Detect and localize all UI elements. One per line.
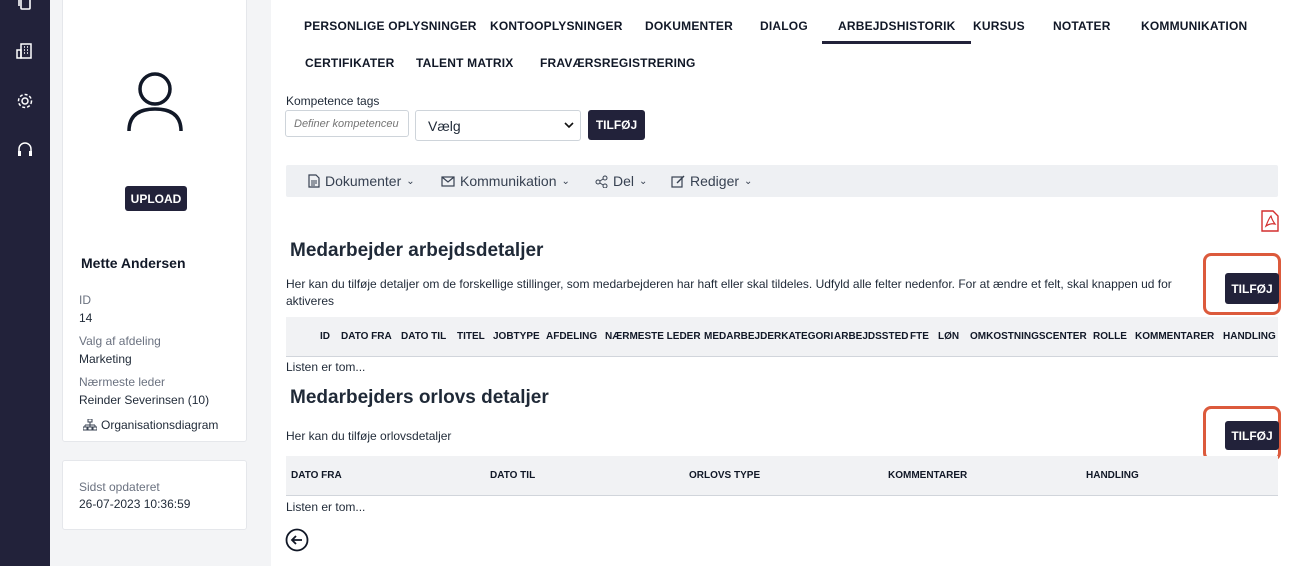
col-title: TITEL <box>457 331 485 342</box>
main-panel: PERSONLIGE OPLYSNINGER KONTOOPLYSNINGER … <box>271 0 1294 566</box>
leave-empty-message: Listen er tom... <box>286 500 366 514</box>
competence-input[interactable] <box>285 110 409 137</box>
user-avatar-icon <box>127 72 183 132</box>
pdf-icon[interactable] <box>1260 210 1280 232</box>
add-leave-button[interactable]: TILFØJ <box>1225 421 1279 450</box>
chevron-down-icon: ⌄ <box>406 175 415 187</box>
col-jobtype: JOBTYPE <box>493 331 540 342</box>
add-work-button[interactable]: TILFØJ <box>1225 273 1279 304</box>
col-workplace: ARBEJDSSTED <box>834 331 909 342</box>
envelope-icon <box>441 175 455 187</box>
tab-talent-matrix[interactable]: TALENT MATRIX <box>416 56 513 70</box>
org-chart-icon <box>83 419 97 431</box>
updated-card: Sidst opdateret 26-07-2023 10:36:59 <box>62 460 247 530</box>
share-icon <box>595 175 608 188</box>
chevron-down-icon: ⌄ <box>561 175 570 187</box>
tab-work-history[interactable]: ARBEJDSHISTORIK <box>822 19 972 44</box>
col-action: HANDLING <box>1223 331 1276 342</box>
profile-card: UPLOAD Mette Andersen ID 14 Valg af afde… <box>62 0 247 442</box>
leave-table-header: DATO FRA DATO TIL ORLOVS TYPE KOMMENTARE… <box>286 456 1278 496</box>
org-chart-link[interactable]: Organisationsdiagram <box>83 418 218 432</box>
work-details-title: Medarbejder arbejdsdetaljer <box>290 240 544 261</box>
documents-label: Dokumenter <box>325 173 402 189</box>
document-icon <box>308 174 320 188</box>
col-role: ROLLE <box>1093 331 1127 342</box>
work-details-description: Her kan du tilføje detaljer om de forske… <box>286 276 1206 310</box>
chevron-down-icon: ⌄ <box>744 175 753 187</box>
id-label: ID <box>79 293 91 307</box>
tab-course[interactable]: KURSUS <box>973 19 1025 33</box>
work-desc-line1: Her kan du tilføje detaljer om de forske… <box>286 277 1172 291</box>
col-leave-type: ORLOVS TYPE <box>689 470 761 481</box>
share-menu[interactable]: Del ⌄ <box>595 173 647 189</box>
work-desc-line2: aktiveres <box>286 294 335 308</box>
col-date-from: DATO FRA <box>341 331 392 342</box>
select-value: Vælg <box>428 118 461 134</box>
col-leave-action: HANDLING <box>1086 470 1139 481</box>
col-leave-date-to: DATO TIL <box>490 470 536 481</box>
employee-name: Mette Andersen <box>81 255 186 271</box>
communication-menu[interactable]: Kommunikation ⌄ <box>441 173 570 189</box>
col-id: ID <box>320 331 330 342</box>
department-value: Marketing <box>79 352 132 366</box>
competence-label: Kompetence tags <box>286 94 380 108</box>
col-salary: LØN <box>938 331 960 342</box>
col-employee-category: MEDARBEJDERKATEGORI <box>704 331 834 342</box>
gear-icon[interactable] <box>16 92 34 110</box>
work-table-header: ID DATO FRA DATO TIL TITEL JOBTYPE AFDEL… <box>286 317 1278 357</box>
col-manager: NÆRMESTE LEDER <box>605 331 701 342</box>
leave-details-title: Medarbejders orlovs detaljer <box>290 387 549 408</box>
back-arrow-icon[interactable] <box>285 528 309 552</box>
col-leave-date-from: DATO FRA <box>291 470 342 481</box>
add-competence-button[interactable]: TILFØJ <box>588 110 645 140</box>
updated-value: 26-07-2023 10:36:59 <box>79 497 191 511</box>
col-department: AFDELING <box>546 331 598 342</box>
upload-button[interactable]: UPLOAD <box>125 186 187 211</box>
tab-communication[interactable]: KOMMUNIKATION <box>1141 19 1247 33</box>
side-rail <box>0 0 50 566</box>
col-leave-comments: KOMMENTARER <box>888 470 968 481</box>
tab-documents[interactable]: DOKUMENTER <box>645 19 733 33</box>
updated-label: Sidst opdateret <box>79 480 160 494</box>
tab-notes[interactable]: NOTATER <box>1053 19 1111 33</box>
tab-account[interactable]: KONTOOPLYSNINGER <box>490 19 623 33</box>
action-toolbar: Dokumenter ⌄ Kommunikation ⌄ Del ⌄ Redig… <box>286 165 1278 197</box>
id-value: 14 <box>79 311 93 325</box>
manager-value: Reinder Severinsen (10) <box>79 393 210 407</box>
copy-icon[interactable] <box>16 0 34 12</box>
leave-details-description: Her kan du tilføje orlovsdetaljer <box>286 429 452 443</box>
col-fte: FTE <box>910 331 929 342</box>
edit-icon <box>671 175 685 188</box>
competence-select[interactable]: Vælg <box>415 110 581 141</box>
tab-certificates[interactable]: CERTIFIKATER <box>305 56 395 70</box>
col-comments: KOMMENTARER <box>1135 331 1215 342</box>
tab-absence[interactable]: FRAVÆRSREGISTRERING <box>540 56 696 70</box>
communication-label: Kommunikation <box>460 173 557 189</box>
chevron-down-icon <box>564 122 574 129</box>
documents-menu[interactable]: Dokumenter ⌄ <box>308 173 415 189</box>
col-date-to: DATO TIL <box>401 331 447 342</box>
edit-menu[interactable]: Rediger ⌄ <box>671 173 752 189</box>
work-empty-message: Listen er tom... <box>286 360 366 374</box>
tab-personal[interactable]: PERSONLIGE OPLYSNINGER <box>304 19 477 33</box>
profile-column: UPLOAD Mette Andersen ID 14 Valg af afde… <box>50 0 271 566</box>
headset-icon[interactable] <box>16 141 34 159</box>
tab-dialog[interactable]: DIALOG <box>760 19 808 33</box>
edit-label: Rediger <box>690 173 740 189</box>
col-cost-center: OMKOSTNINGSCENTER <box>970 331 1087 342</box>
share-label: Del <box>613 173 635 189</box>
org-chart-label: Organisationsdiagram <box>101 418 219 432</box>
manager-label: Nærmeste leder <box>79 375 166 389</box>
chevron-down-icon: ⌄ <box>639 175 648 187</box>
department-label: Valg af afdeling <box>79 334 161 348</box>
building-icon[interactable] <box>16 42 34 60</box>
